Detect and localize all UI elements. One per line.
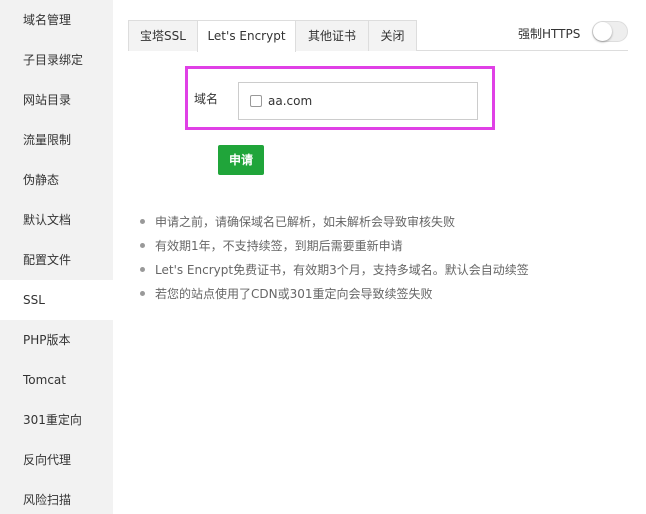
tip-item: 有效期1年，不支持续签，到期后需要重新申请 [140, 237, 529, 261]
tip-text: Let's Encrypt免费证书，有效期3个月，支持多域名。默认会自动续签 [155, 263, 529, 277]
force-https-label: 强制HTTPS [518, 27, 581, 41]
tab-close-ssl[interactable]: 关闭 [368, 20, 417, 51]
sidebar-item-reverse-proxy[interactable]: 反向代理 [0, 440, 113, 480]
apply-button[interactable]: 申请 [218, 145, 264, 175]
bullet-icon [140, 291, 145, 296]
tip-text: 若您的站点使用了CDN或301重定向会导致续签失败 [155, 287, 433, 301]
tip-text: 申请之前，请确保域名已解析，如未解析会导致审核失败 [155, 215, 456, 229]
tip-text: 有效期1年，不支持续签，到期后需要重新申请 [155, 239, 403, 253]
tab-lets-encrypt[interactable]: Let's Encrypt [197, 20, 296, 52]
tip-item: 申请之前，请确保域名已解析，如未解析会导致审核失败 [140, 213, 529, 237]
sidebar: 域名管理 子目录绑定 网站目录 流量限制 伪静态 默认文档 配置文件 SSL P… [0, 0, 113, 514]
tab-bt-ssl[interactable]: 宝塔SSL [128, 20, 198, 51]
tip-item: Let's Encrypt免费证书，有效期3个月，支持多域名。默认会自动续签 [140, 261, 529, 285]
sidebar-item-subdirectory-binding[interactable]: 子目录绑定 [0, 40, 113, 80]
sidebar-item-php-version[interactable]: PHP版本 [0, 320, 113, 360]
sidebar-item-config-file[interactable]: 配置文件 [0, 240, 113, 280]
sidebar-item-ssl[interactable]: SSL [0, 280, 113, 320]
domain-checkbox[interactable] [250, 95, 262, 107]
ssl-panel: 宝塔SSL Let's Encrypt 其他证书 关闭 强制HTTPS 域名 a… [113, 0, 646, 514]
bullet-icon [140, 219, 145, 224]
sidebar-item-tomcat[interactable]: Tomcat [0, 360, 113, 400]
tip-item: 若您的站点使用了CDN或301重定向会导致续签失败 [140, 285, 529, 309]
domain-label: 域名 [194, 92, 219, 106]
sidebar-item-site-directory[interactable]: 网站目录 [0, 80, 113, 120]
toggle-knob [593, 22, 612, 41]
tab-other-certificate[interactable]: 其他证书 [295, 20, 369, 51]
domain-name: aa.com [268, 94, 313, 108]
sidebar-item-domain-management[interactable]: 域名管理 [0, 0, 113, 40]
sidebar-item-301-redirect[interactable]: 301重定向 [0, 400, 113, 440]
bullet-icon [140, 267, 145, 272]
sidebar-item-traffic-limit[interactable]: 流量限制 [0, 120, 113, 160]
sidebar-item-rewrite[interactable]: 伪静态 [0, 160, 113, 200]
sidebar-item-risk-scan[interactable]: 风险扫描 [0, 480, 113, 514]
bullet-icon [140, 243, 145, 248]
sidebar-item-default-document[interactable]: 默认文档 [0, 200, 113, 240]
tips-list: 申请之前，请确保域名已解析，如未解析会导致审核失败 有效期1年，不支持续签，到期… [140, 213, 529, 309]
force-https-toggle[interactable] [592, 21, 628, 42]
domain-list: aa.com [238, 82, 478, 120]
